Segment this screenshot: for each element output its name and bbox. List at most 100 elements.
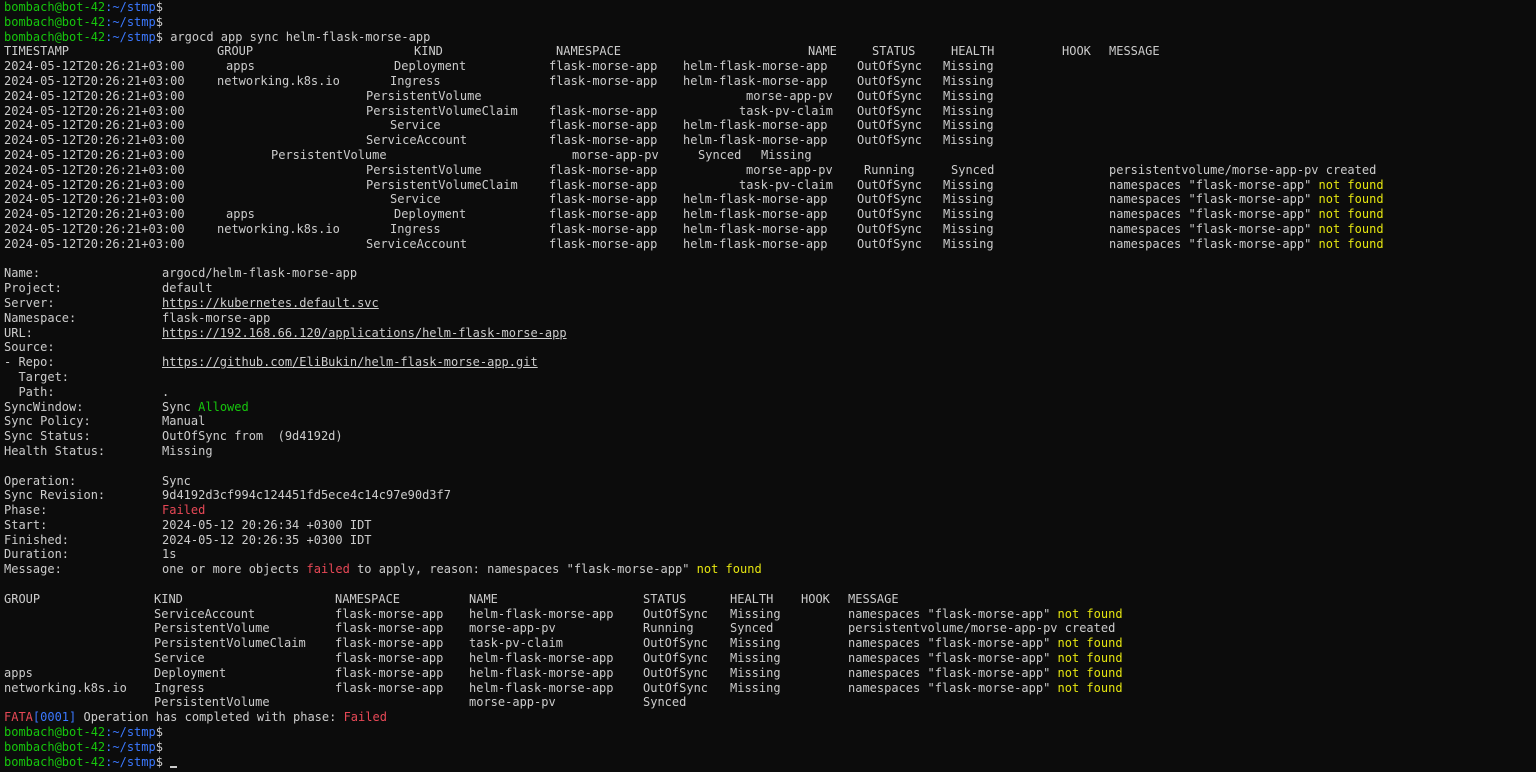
prompt-user-host: bombach@bot-42 (4, 14, 106, 29)
fatal-line: FATA[0001] Operation has completed with … (4, 710, 1532, 725)
header-kind: KIND (414, 44, 443, 59)
cell-kind: PersistentVolumeClaim (366, 103, 518, 118)
message-text: namespaces "flask-morse-app" (1109, 192, 1312, 207)
info-label: URL: (4, 325, 33, 340)
info-row-namespace: Namespace: flask-morse-app (4, 311, 1532, 326)
prompt-user-host: bombach@bot-42 (4, 739, 106, 754)
prompt-sign: $ (155, 754, 163, 769)
info-label: Phase: (4, 503, 48, 518)
command-line: bombach@bot-42:~/stmp$ argocd app sync h… (4, 30, 1532, 45)
repo-link[interactable]: https://github.com/EliBukin/helm-flask-m… (162, 355, 538, 370)
cell-kind: ServiceAccount (154, 606, 256, 621)
cell-name: helm-flask-morse-app (683, 118, 828, 133)
message-text: namespaces "flask-morse-app" (1109, 236, 1312, 251)
op-row-duration: Duration: 1s (4, 547, 1532, 562)
header-timestamp: TIMESTAMP (4, 44, 70, 59)
info-label: Source: (4, 340, 55, 355)
cell-kind: Ingress (154, 680, 205, 695)
terminal-window[interactable]: bombach@bot-42:~/stmp$ bombach@bot-42:~/… (4, 0, 1532, 772)
phase-failed-status: Failed (162, 503, 206, 518)
cell-kind: PersistentVolume (366, 162, 482, 177)
cell-health: Synced (730, 621, 774, 636)
cell-health: Missing (943, 207, 994, 222)
cell-message: namespaces "flask-morse-app" not found (848, 681, 1123, 696)
cell-timestamp: 2024-05-12T20:26:21+03:00 (4, 162, 185, 177)
prompt-path: :~/stmp (105, 29, 156, 44)
message-text: to apply, reason: namespaces "flask-mors… (349, 562, 697, 577)
info-label: Duration: (4, 547, 70, 562)
cell-timestamp: 2024-05-12T20:26:21+03:00 (4, 236, 185, 251)
prompt-path: :~/stmp (105, 14, 156, 29)
table-row: PersistentVolume morse-app-pv Synced (4, 695, 1532, 710)
cell-health: Missing (730, 665, 781, 680)
info-value: Sync (162, 473, 191, 488)
server-link[interactable]: https://kubernetes.default.svc (162, 296, 379, 311)
sync-table: TIMESTAMP GROUP KIND NAMESPACE NAME STAT… (4, 44, 1532, 251)
cell-health: Missing (943, 73, 994, 88)
app-url-link[interactable]: https://192.168.66.120/applications/helm… (162, 326, 567, 341)
cell-status: OutOfSync (857, 236, 923, 251)
text-cursor[interactable] (170, 765, 178, 768)
header-kind: KIND (154, 591, 183, 606)
info-row-project: Project: default (4, 281, 1532, 296)
cell-name: morse-app-pv (746, 162, 833, 177)
command-text: argocd app sync helm-flask-morse-app (170, 29, 431, 44)
fatal-text: Operation has completed with phase: (76, 710, 344, 725)
cell-group: networking.k8s.io (217, 73, 340, 88)
cell-status: Synced (698, 147, 742, 162)
cell-namespace: flask-morse-app (335, 606, 444, 621)
prompt-line: bombach@bot-42:~/stmp$ (4, 0, 1532, 15)
cell-message: namespaces "flask-morse-app" not found (1109, 192, 1384, 207)
table-row: 2024-05-12T20:26:21+03:00 networking.k8s… (4, 74, 1532, 89)
table-row: 2024-05-12T20:26:21+03:00 PersistentVolu… (4, 148, 1532, 163)
message-not-found: not found (1057, 665, 1123, 680)
info-value: 2024-05-12 20:26:34 +0300 IDT (162, 517, 372, 532)
info-label: Project: (4, 281, 62, 296)
cell-health: Missing (943, 236, 994, 251)
cell-status: Synced (643, 695, 687, 710)
cell-status: OutOfSync (643, 680, 709, 695)
info-row-target: Target: (4, 370, 1532, 385)
active-prompt-line[interactable]: bombach@bot-42:~/stmp$ (4, 755, 1532, 770)
cell-name: helm-flask-morse-app (683, 59, 828, 74)
cell-name: helm-flask-morse-app (683, 207, 828, 222)
info-value: 2024-05-12 20:26:35 +0300 IDT (162, 532, 372, 547)
result-table-header: GROUP KIND NAMESPACE NAME STATUS HEALTH … (4, 592, 1532, 607)
cell-namespace: flask-morse-app (549, 177, 658, 192)
cell-kind: PersistentVolume (154, 695, 270, 710)
info-row-sync-policy: Sync Policy: Manual (4, 414, 1532, 429)
cell-health: Missing (730, 606, 781, 621)
cell-message: namespaces "flask-morse-app" not found (1109, 237, 1384, 252)
message-text: namespaces "flask-morse-app" (848, 651, 1051, 666)
op-row-finished: Finished: 2024-05-12 20:26:35 +0300 IDT (4, 533, 1532, 548)
fatal-phase: Failed (343, 710, 387, 725)
cell-timestamp: 2024-05-12T20:26:21+03:00 (4, 103, 185, 118)
header-name: NAME (469, 591, 498, 606)
info-value: 1s (162, 547, 177, 562)
info-row-source: Source: (4, 340, 1532, 355)
cell-health: Missing (943, 118, 994, 133)
table-row: ServiceAccount flask-morse-app helm-flas… (4, 607, 1532, 622)
info-label: Sync Status: (4, 429, 91, 444)
info-label: Sync Revision: (4, 488, 106, 503)
cell-namespace: flask-morse-app (335, 621, 444, 636)
info-value: OutOfSync from (9d4192d) (162, 429, 343, 444)
cell-name: helm-flask-morse-app (469, 665, 614, 680)
cell-timestamp: 2024-05-12T20:26:21+03:00 (4, 207, 185, 222)
cell-group: apps (226, 59, 255, 74)
cell-kind: PersistentVolumeClaim (154, 636, 306, 651)
cell-timestamp: 2024-05-12T20:26:21+03:00 (4, 133, 185, 148)
table-row: 2024-05-12T20:26:21+03:00 PersistentVolu… (4, 104, 1532, 119)
cell-health: Missing (730, 636, 781, 651)
op-row-message: Message: one or more objects failed to ap… (4, 562, 1532, 577)
cell-name: helm-flask-morse-app (683, 221, 828, 236)
table-row: 2024-05-12T20:26:21+03:00 apps Deploymen… (4, 207, 1532, 222)
cell-namespace: flask-morse-app (335, 665, 444, 680)
prompt-line: bombach@bot-42:~/stmp$ (4, 725, 1532, 740)
info-row-url: URL: https://192.168.66.120/applications/… (4, 326, 1532, 341)
info-row-health: Health Status: Missing (4, 444, 1532, 459)
info-row-repo: - Repo: https://github.com/EliBukin/helm-… (4, 355, 1532, 370)
prompt-sign: $ (155, 14, 163, 29)
cell-kind: Service (154, 651, 205, 666)
